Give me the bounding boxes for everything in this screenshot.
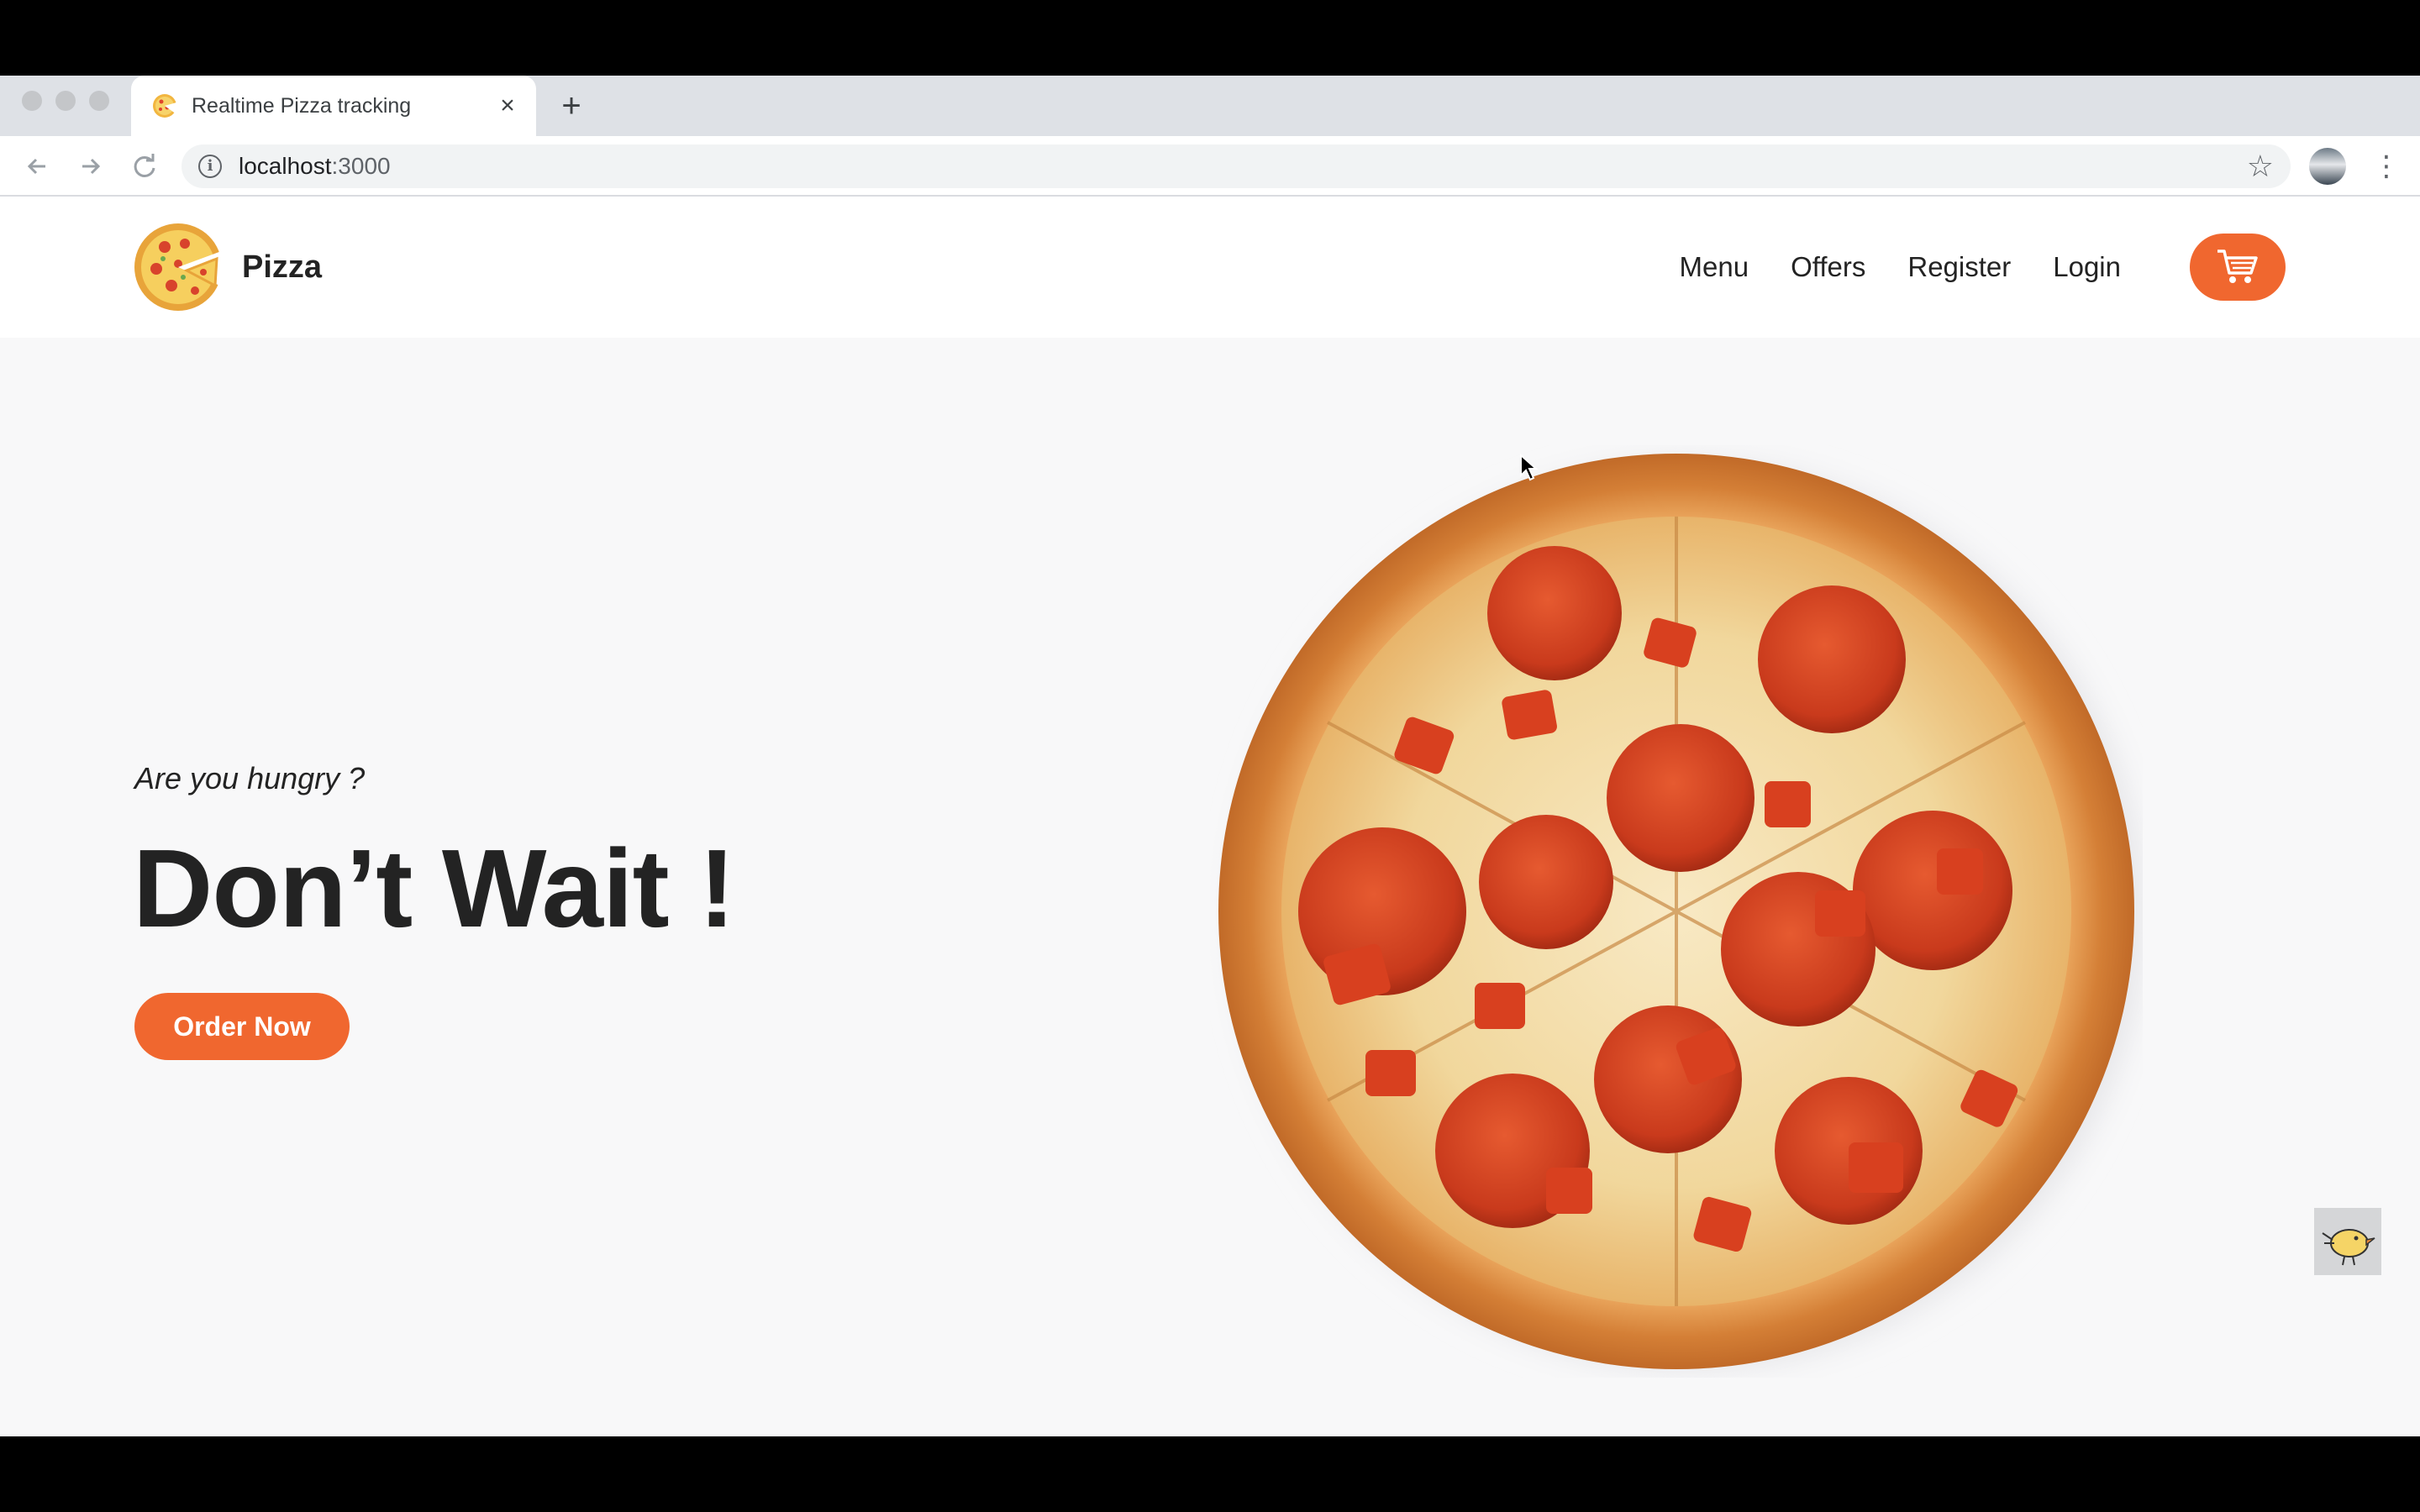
nav-link-register[interactable]: Register <box>1907 247 2011 287</box>
tab-close-icon[interactable]: × <box>494 92 521 119</box>
window-minimize-dot[interactable] <box>55 91 76 111</box>
kebab-menu-icon[interactable]: ⋮ <box>2370 150 2403 183</box>
new-tab-button[interactable]: + <box>555 89 588 123</box>
brand-name[interactable]: Pizza <box>242 247 322 287</box>
cart-button[interactable] <box>2190 234 2286 301</box>
nav-link-login[interactable]: Login <box>2053 247 2121 287</box>
hero-title: Don’t Wait ! <box>133 827 735 950</box>
hero-subtitle: Are you hungry ? <box>134 761 366 795</box>
star-icon[interactable]: ☆ <box>2247 150 2274 183</box>
pizza-favicon-icon <box>153 94 176 118</box>
tab-title: Realtime Pizza tracking <box>192 94 412 118</box>
pizza-hero-image <box>1218 454 2143 1369</box>
nav-link-menu[interactable]: Menu <box>1680 247 1749 287</box>
browser-toolbar: i localhost:3000 ☆ ⋮ <box>0 136 2420 197</box>
main-nav: Menu Offers Register Login <box>1680 247 2121 287</box>
mouse-cursor <box>1520 454 1538 481</box>
url-port: :3000 <box>331 153 391 179</box>
reload-icon[interactable] <box>128 150 161 183</box>
tab-strip: Realtime Pizza tracking × + <box>0 76 2420 136</box>
info-icon[interactable]: i <box>198 155 222 178</box>
arrow-forward-icon[interactable] <box>74 150 108 183</box>
browser-tab-active[interactable]: Realtime Pizza tracking × <box>131 76 536 136</box>
profile-avatar[interactable] <box>2309 148 2346 185</box>
url-text[interactable]: localhost:3000 <box>239 153 391 180</box>
web-page: Pizza Menu Offers Register Login Are you… <box>0 197 2420 1436</box>
top-letterbox <box>0 0 2420 76</box>
window-zoom-dot[interactable] <box>89 91 109 111</box>
pizza-slice-logo-icon[interactable] <box>133 222 224 312</box>
bottom-letterbox <box>0 1436 2420 1512</box>
nav-link-offers[interactable]: Offers <box>1791 247 1865 287</box>
address-bar[interactable]: i localhost:3000 ☆ <box>182 144 2291 188</box>
window-close-dot[interactable] <box>22 91 42 111</box>
order-now-button[interactable]: Order Now <box>134 993 350 1060</box>
browser-chrome: Realtime Pizza tracking × + i localhost:… <box>0 76 2420 197</box>
cart-icon <box>2217 249 2258 283</box>
url-host: localhost <box>239 153 332 179</box>
site-header: Pizza Menu Offers Register Login <box>0 197 2420 338</box>
arrow-back-icon[interactable] <box>20 150 54 183</box>
bird-mascot-icon <box>2314 1208 2381 1275</box>
